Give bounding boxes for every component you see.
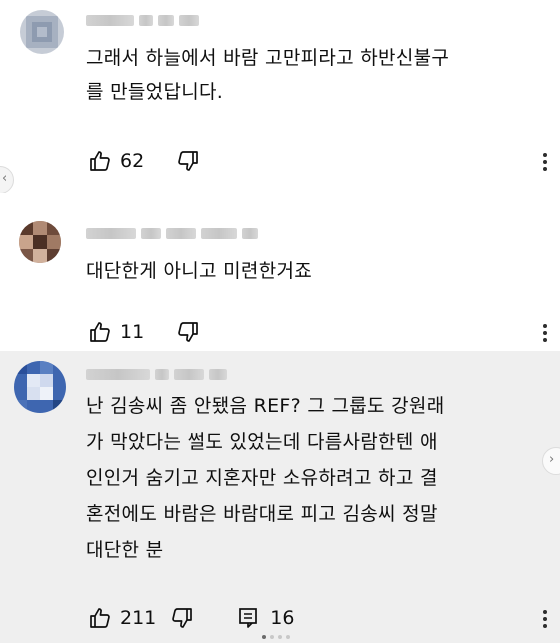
reply-count: 16 [270, 607, 295, 629]
comment-meta-blurred [86, 366, 227, 382]
like-count: 62 [120, 150, 145, 172]
avatar[interactable] [19, 221, 61, 263]
thumbs-down-icon[interactable] [176, 149, 200, 173]
comment-1: 그래서 하늘에서 바람 고만피라고 하반신불구 를 만들었답니다. 62 [0, 0, 560, 193]
thumbs-down-icon[interactable] [170, 606, 194, 630]
comment-text: 그래서 하늘에서 바람 고만피라고 하반신불구 를 만들었답니다. [86, 47, 450, 103]
comment-text: 대단한게 아니고 미련한거죠 [86, 260, 313, 282]
comment-actions: 211 16 [88, 605, 294, 631]
comment-meta-blurred [86, 12, 199, 28]
thumbs-down-icon[interactable] [176, 320, 200, 344]
reply-icon[interactable] [236, 606, 260, 630]
comment-actions: 11 [88, 319, 200, 345]
more-vert-icon[interactable] [540, 150, 550, 174]
like-count: 11 [120, 321, 145, 343]
more-vert-icon[interactable] [540, 321, 550, 345]
comment-text: 난 김송씨 좀 안됐음 REF? 그 그룹도 강원래 가 막았다는 썰도 있었는… [86, 395, 445, 561]
comment-2: 대단한게 아니고 미련한거죠 11 [0, 193, 560, 351]
more-vert-icon[interactable] [540, 607, 550, 631]
thumbs-up-icon[interactable] [88, 149, 112, 173]
avatar[interactable] [14, 361, 66, 413]
like-count: 211 [120, 607, 157, 629]
avatar[interactable] [20, 10, 64, 54]
thumbs-up-icon[interactable] [88, 320, 112, 344]
thumbs-up-icon[interactable] [88, 606, 112, 630]
comment-3: 난 김송씨 좀 안됐음 REF? 그 그룹도 강원래 가 막았다는 썰도 있었는… [0, 351, 560, 643]
comment-meta-blurred [86, 225, 258, 241]
comment-actions: 62 [88, 148, 200, 174]
carousel-dots [262, 635, 290, 639]
